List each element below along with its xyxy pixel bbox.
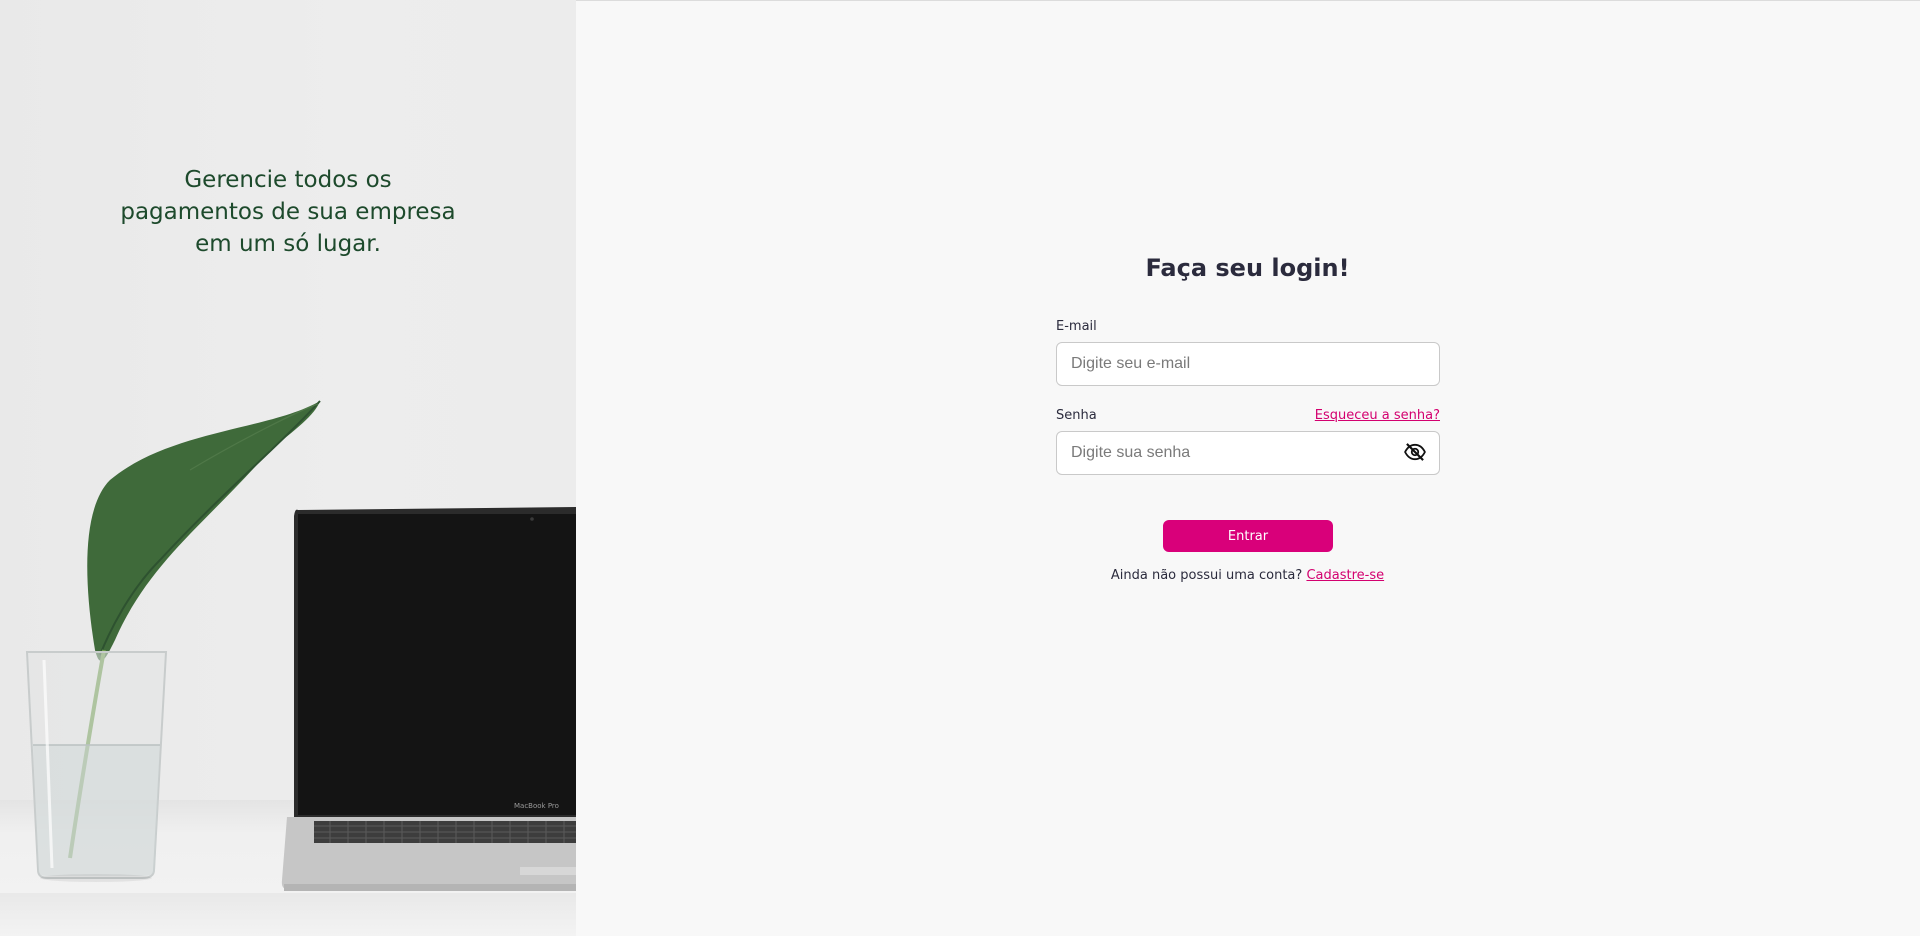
forgot-password-link[interactable]: Esqueceu a senha? (1315, 408, 1440, 423)
signup-prompt: Ainda não possui uma conta? Cadastre-se (1020, 568, 1475, 583)
hero-tagline: Gerencie todos os pagamentos de sua empr… (120, 167, 456, 257)
email-input[interactable] (1056, 342, 1440, 386)
hero-panel: MacBook Pro Gerencie todos os pagamentos… (0, 0, 576, 936)
laptop-brand-label: MacBook Pro (514, 802, 559, 810)
signup-prompt-text: Ainda não possui uma conta? (1110, 568, 1303, 583)
signup-link[interactable]: Cadastre-se (1306, 568, 1384, 583)
login-title: Faça seu login! (1145, 254, 1350, 282)
password-label: Senha (1056, 408, 1097, 423)
login-submit-button[interactable]: Entrar (1163, 520, 1333, 552)
password-input[interactable] (1056, 431, 1440, 475)
eye-off-icon (1404, 443, 1426, 461)
toggle-password-visibility-button[interactable] (1402, 440, 1428, 464)
hero-photo: MacBook Pro (25, 400, 576, 891)
glass-vase-image (25, 651, 168, 882)
laptop-image: MacBook Pro (281, 507, 576, 891)
email-label: E-mail (1056, 319, 1097, 334)
